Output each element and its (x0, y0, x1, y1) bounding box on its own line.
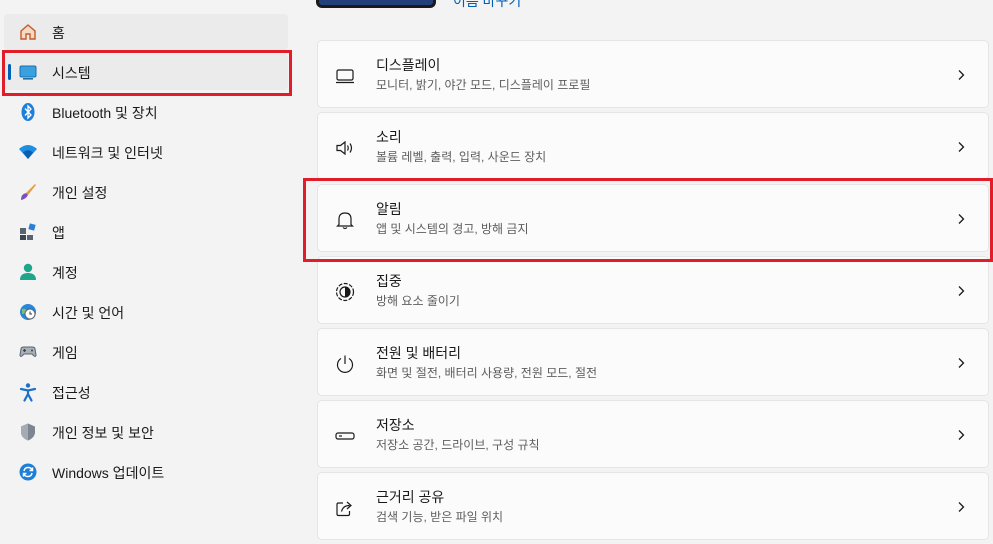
power-icon (334, 353, 356, 375)
card-title: 근거리 공유 (376, 489, 445, 505)
bell-icon (334, 209, 356, 231)
card-sound[interactable]: 소리 볼륨 레벨, 출력, 입력, 사운드 장치 (317, 112, 989, 180)
chevron-right-icon (954, 428, 968, 442)
chevron-right-icon (954, 284, 968, 298)
apps-icon (18, 222, 38, 242)
sidebar-item-bluetooth[interactable]: Bluetooth 및 장치 (4, 94, 288, 130)
sidebar-item-label: Bluetooth 및 장치 (52, 105, 158, 121)
chevron-right-icon (954, 500, 968, 514)
card-subtitle: 볼륨 레벨, 출력, 입력, 사운드 장치 (376, 150, 547, 164)
card-title: 소리 (376, 129, 402, 145)
rename-link[interactable]: 이름 바꾸기 (453, 0, 521, 11)
sidebar-item-gaming[interactable]: 게임 (4, 334, 288, 370)
sidebar: 홈 시스템 Bluetooth 및 장치 네트워크 및 인터넷 개인 설정 앱 (0, 0, 300, 544)
device-thumbnail (316, 0, 436, 8)
card-power-battery[interactable]: 전원 및 배터리 화면 및 절전, 배터리 사용량, 전원 모드, 절전 (317, 328, 989, 396)
card-storage[interactable]: 저장소 저장소 공간, 드라이브, 구성 규칙 (317, 400, 989, 468)
shield-icon (18, 422, 38, 442)
card-nearby-sharing[interactable]: 근거리 공유 검색 기능, 받은 파일 위치 (317, 472, 989, 540)
sidebar-item-privacy[interactable]: 개인 정보 및 보안 (4, 414, 288, 450)
sidebar-item-label: 개인 설정 (52, 185, 108, 201)
card-subtitle: 검색 기능, 받은 파일 위치 (376, 510, 504, 524)
sidebar-item-label: 시간 및 언어 (52, 305, 125, 321)
sidebar-item-label: 시스템 (52, 65, 91, 81)
sidebar-item-network[interactable]: 네트워크 및 인터넷 (4, 134, 288, 170)
sidebar-item-label: 홈 (52, 25, 65, 41)
sidebar-item-label: 개인 정보 및 보안 (52, 425, 154, 441)
chevron-right-icon (954, 140, 968, 154)
chevron-right-icon (954, 356, 968, 370)
system-icon (18, 62, 38, 82)
bluetooth-icon (18, 102, 38, 122)
accessibility-icon (18, 382, 38, 402)
card-subtitle: 저장소 공간, 드라이브, 구성 규칙 (376, 438, 540, 452)
sidebar-item-accounts[interactable]: 계정 (4, 254, 288, 290)
card-title: 저장소 (376, 417, 415, 433)
chevron-right-icon (954, 68, 968, 82)
sidebar-item-accessibility[interactable]: 접근성 (4, 374, 288, 410)
account-icon (18, 262, 38, 282)
card-subtitle: 방해 요소 줄이기 (376, 294, 460, 308)
focus-icon (334, 281, 356, 303)
chevron-right-icon (954, 212, 968, 226)
home-icon (18, 22, 38, 42)
globe-clock-icon (18, 302, 38, 322)
card-notifications[interactable]: 알림 앱 및 시스템의 경고, 방해 금지 (317, 184, 989, 252)
sidebar-item-label: 앱 (52, 225, 65, 241)
card-title: 전원 및 배터리 (376, 345, 462, 361)
card-subtitle: 모니터, 밝기, 야간 모드, 디스플레이 프로필 (376, 78, 591, 92)
sidebar-item-label: 계정 (52, 265, 78, 281)
sidebar-item-home[interactable]: 홈 (4, 14, 288, 50)
speaker-icon (334, 137, 356, 159)
card-focus[interactable]: 집중 방해 요소 줄이기 (317, 256, 989, 324)
card-title: 디스플레이 (376, 57, 441, 73)
card-display[interactable]: 디스플레이 모니터, 밝기, 야간 모드, 디스플레이 프로필 (317, 40, 989, 108)
storage-icon (334, 425, 356, 447)
sidebar-item-windows-update[interactable]: Windows 업데이트 (4, 454, 288, 490)
wifi-icon (18, 142, 38, 162)
card-subtitle: 앱 및 시스템의 경고, 방해 금지 (376, 222, 529, 236)
card-title: 알림 (376, 201, 402, 217)
brush-icon (18, 182, 38, 202)
card-subtitle: 화면 및 절전, 배터리 사용량, 전원 모드, 절전 (376, 366, 598, 380)
selected-indicator (8, 64, 11, 80)
sidebar-item-system[interactable]: 시스템 (4, 54, 288, 90)
sidebar-item-label: 접근성 (52, 385, 91, 401)
share-icon (334, 497, 356, 519)
display-icon (334, 65, 356, 87)
sidebar-item-label: 네트워크 및 인터넷 (52, 145, 163, 161)
gamepad-icon (18, 342, 38, 362)
sidebar-item-apps[interactable]: 앱 (4, 214, 288, 250)
sidebar-item-label: Windows 업데이트 (52, 465, 165, 481)
sidebar-item-personalization[interactable]: 개인 설정 (4, 174, 288, 210)
sidebar-item-time-language[interactable]: 시간 및 언어 (4, 294, 288, 330)
card-title: 집중 (376, 273, 402, 289)
update-icon (18, 462, 38, 482)
sidebar-item-label: 게임 (52, 345, 78, 361)
